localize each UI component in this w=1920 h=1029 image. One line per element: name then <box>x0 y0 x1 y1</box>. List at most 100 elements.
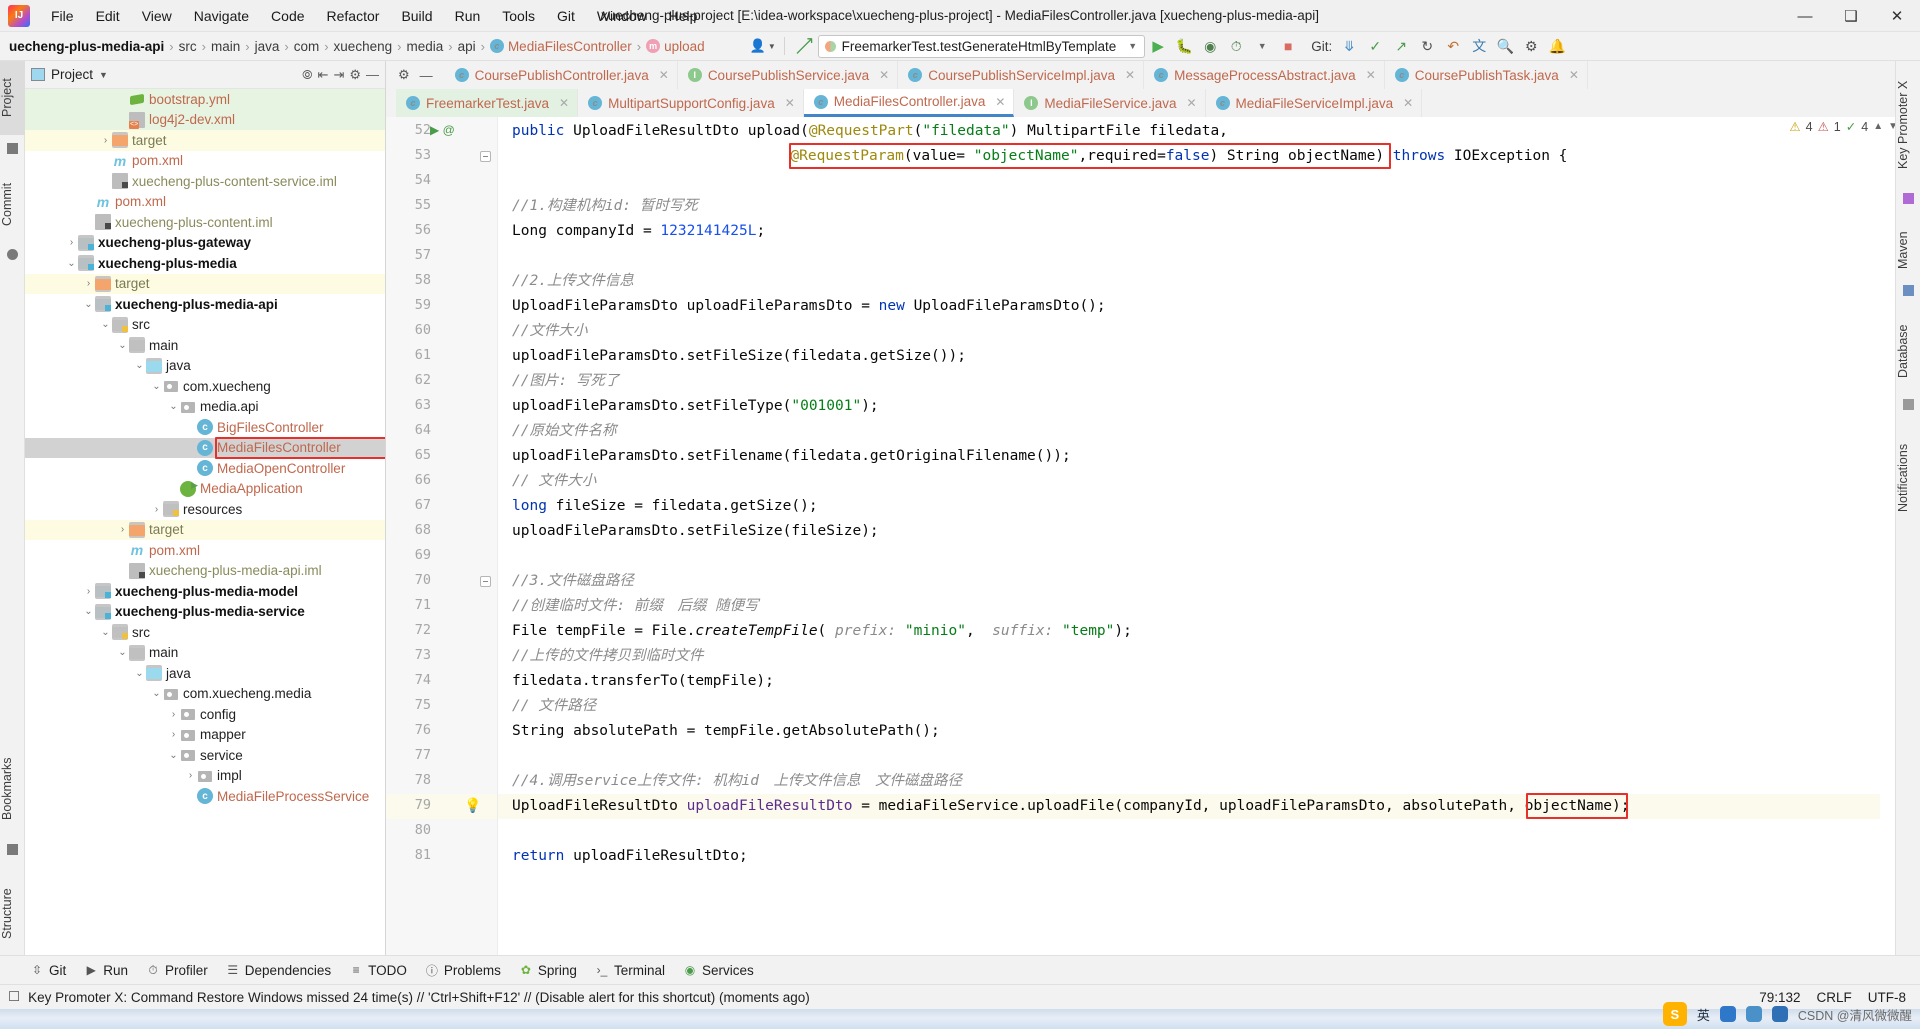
git-update-icon[interactable]: ⤋ <box>1336 34 1362 58</box>
code-line[interactable]: //2.上传文件信息 <box>512 269 634 294</box>
breadcrumb-java[interactable]: java <box>252 37 283 56</box>
tree-node[interactable]: pom.xml <box>25 151 385 172</box>
tree-node[interactable]: › resources <box>25 499 385 520</box>
close-icon[interactable]: ✕ <box>995 95 1005 109</box>
status-message[interactable]: Key Promoter X: Command Restore Windows … <box>28 990 810 1005</box>
inspection-widget[interactable]: ⚠ 4 ⚠ 1 ✓ 4 ▲ ▼ <box>1789 119 1898 135</box>
menu-help[interactable]: Help <box>658 4 709 28</box>
tree-node[interactable]: › mapper <box>25 725 385 746</box>
code-line[interactable]: //4.调用service上传文件: 机构id 上传文件信息 文件磁盘路径 <box>512 769 962 794</box>
tree-node[interactable]: xuecheng-plus-media-api.iml <box>25 561 385 582</box>
tree-node[interactable]: › config <box>25 704 385 725</box>
tree-node[interactable]: MediaFileProcessService <box>25 786 385 807</box>
tab-message-process-abstract[interactable]: c MessageProcessAbstract.java ✕ <box>1144 61 1385 89</box>
notifications-bell-icon[interactable]: 🔔 <box>1544 34 1570 58</box>
code-line[interactable]: //文件大小 <box>512 319 587 344</box>
hide-panel-icon[interactable]: — <box>366 67 379 82</box>
git-history-icon[interactable]: ↻ <box>1414 34 1440 58</box>
code-line[interactable]: uploadFileParamsDto.setFilename(filedata… <box>512 444 1071 469</box>
tree-expand-toggle-icon[interactable]: ⌄ <box>99 627 112 638</box>
editor-gutter[interactable]: 52 ▶ @ 53 54 55 56 57 58 59 60 61 62 63 64 65 66 67 68 69 7… <box>386 117 498 955</box>
code-line[interactable]: //上传的文件拷贝到临时文件 <box>512 644 703 669</box>
menu-refactor[interactable]: Refactor <box>316 4 391 28</box>
tree-expand-toggle-icon[interactable]: › <box>65 237 78 248</box>
code-line[interactable]: UploadFileResultDto uploadFileResultDto … <box>512 794 1629 819</box>
tree-expand-toggle-icon[interactable]: ⌄ <box>150 688 163 699</box>
hide-panel-icon[interactable]: — <box>420 68 433 83</box>
code-line[interactable]: Long companyId = 1232141425L; <box>512 219 765 244</box>
tree-expand-toggle-icon[interactable]: › <box>184 770 197 781</box>
breadcrumb-module[interactable]: uecheng-plus-media-api <box>6 37 167 56</box>
tree-expand-toggle-icon[interactable]: › <box>99 135 112 146</box>
minimize-button[interactable]: — <box>1782 0 1828 32</box>
expand-all-icon[interactable]: ⇤ <box>318 67 329 83</box>
maximize-button[interactable]: ❑ <box>1828 0 1874 32</box>
project-tree[interactable]: bootstrap.yml log4j2-dev.xml › target pom.xm… <box>25 89 385 955</box>
tree-node[interactable]: ⌄ com.xuecheng <box>25 376 385 397</box>
tree-expand-toggle-icon[interactable]: › <box>82 586 95 597</box>
tree-node[interactable]: ⌄ main <box>25 643 385 664</box>
tree-expand-toggle-icon[interactable]: ⌄ <box>133 360 146 371</box>
code-fold-icon[interactable] <box>480 576 491 587</box>
menu-navigate[interactable]: Navigate <box>183 4 260 28</box>
tab-media-file-service[interactable]: I MediaFileService.java ✕ <box>1014 89 1206 117</box>
code-line[interactable]: filedata.transferTo(tempFile); <box>512 669 774 694</box>
bottom-tool-terminal[interactable]: ›_ Terminal <box>595 963 665 978</box>
tree-node[interactable]: MediaFilesController <box>25 437 385 458</box>
git-commit-icon[interactable]: ✓ <box>1362 34 1388 58</box>
tree-expand-toggle-icon[interactable]: ⌄ <box>82 606 95 617</box>
profiler-button[interactable]: ⏱ <box>1223 34 1249 58</box>
breadcrumb-src[interactable]: src <box>176 37 200 56</box>
menu-file[interactable]: File <box>40 4 85 28</box>
code-line[interactable]: long fileSize = filedata.getSize(); <box>512 494 818 519</box>
code-line[interactable]: @RequestParam(value= "objectName",requir… <box>512 144 1567 169</box>
tool-window-project[interactable]: Project <box>0 61 25 135</box>
tree-node[interactable]: ⌄ xuecheng-plus-media-service <box>25 602 385 623</box>
tree-expand-toggle-icon[interactable]: ⌄ <box>99 319 112 330</box>
tab-freemarker-test[interactable]: c FreemarkerTest.java ✕ <box>396 89 579 117</box>
tab-course-publish-task[interactable]: c CoursePublishTask.java ✕ <box>1384 61 1588 89</box>
tool-window-commit[interactable]: Commit <box>0 167 25 241</box>
breadcrumb-api[interactable]: api <box>455 37 479 56</box>
tool-window-database[interactable]: Database <box>1896 311 1920 391</box>
intention-bulb-icon[interactable]: 💡 <box>464 797 481 814</box>
tree-expand-toggle-icon[interactable]: › <box>116 524 129 535</box>
close-icon[interactable]: ✕ <box>1186 96 1196 110</box>
bottom-tool-problems[interactable]: ⓘ Problems <box>425 962 501 979</box>
tree-node[interactable]: ⌄ java <box>25 663 385 684</box>
tree-expand-toggle-icon[interactable]: ⌄ <box>133 668 146 679</box>
stop-button[interactable]: ■ <box>1275 34 1301 58</box>
tree-node[interactable]: pom.xml <box>25 540 385 561</box>
ime-menu-icon[interactable] <box>1771 1006 1788 1022</box>
settings-gear-icon[interactable]: ⚙ <box>398 67 410 83</box>
tree-expand-toggle-icon[interactable]: › <box>82 278 95 289</box>
bottom-tool-run[interactable]: ▶ Run <box>84 963 128 978</box>
tree-node[interactable]: ⌄ src <box>25 622 385 643</box>
profiler-dropdown-icon[interactable]: ▼ <box>1249 34 1275 58</box>
tree-node[interactable]: pom.xml <box>25 192 385 213</box>
tree-expand-toggle-icon[interactable]: › <box>150 504 163 515</box>
tree-expand-toggle-icon[interactable]: ⌄ <box>167 401 180 412</box>
code-line[interactable]: //原始文件名称 <box>512 419 616 444</box>
menu-view[interactable]: View <box>131 4 183 28</box>
collapse-all-icon[interactable]: ⇥ <box>333 67 344 83</box>
tree-expand-toggle-icon[interactable]: ⌄ <box>116 647 129 658</box>
tree-node[interactable]: MediaOpenController <box>25 458 385 479</box>
chevron-down-icon[interactable]: ▼ <box>99 70 108 80</box>
code-line[interactable]: uploadFileParamsDto.setFileSize(filedata… <box>512 344 966 369</box>
menu-build[interactable]: Build <box>390 4 443 28</box>
code-line[interactable]: public UploadFileResultDto upload(@Reque… <box>512 119 1228 144</box>
tree-node[interactable]: ⌄ src <box>25 315 385 336</box>
code-content[interactable]: public UploadFileResultDto upload(@Reque… <box>498 117 1880 955</box>
code-editor[interactable]: 52 ▶ @ 53 54 55 56 57 58 59 60 61 62 63 64 65 66 67 68 69 7… <box>386 117 1920 955</box>
tree-expand-toggle-icon[interactable]: ⌄ <box>116 340 129 351</box>
code-line[interactable]: // 文件大小 <box>512 469 596 494</box>
translate-icon[interactable]: 文 <box>1466 34 1492 58</box>
tool-window-bookmarks[interactable]: Bookmarks <box>0 743 25 835</box>
close-icon[interactable]: ✕ <box>785 96 795 110</box>
close-icon[interactable]: ✕ <box>1403 96 1413 110</box>
ime-mode-indicator[interactable]: 英 <box>1697 1005 1710 1024</box>
code-line[interactable]: uploadFileParamsDto.setFileType("001001"… <box>512 394 879 419</box>
breadcrumb-xuecheng[interactable]: xuecheng <box>331 37 396 56</box>
tree-node[interactable]: xuecheng-plus-content.iml <box>25 212 385 233</box>
